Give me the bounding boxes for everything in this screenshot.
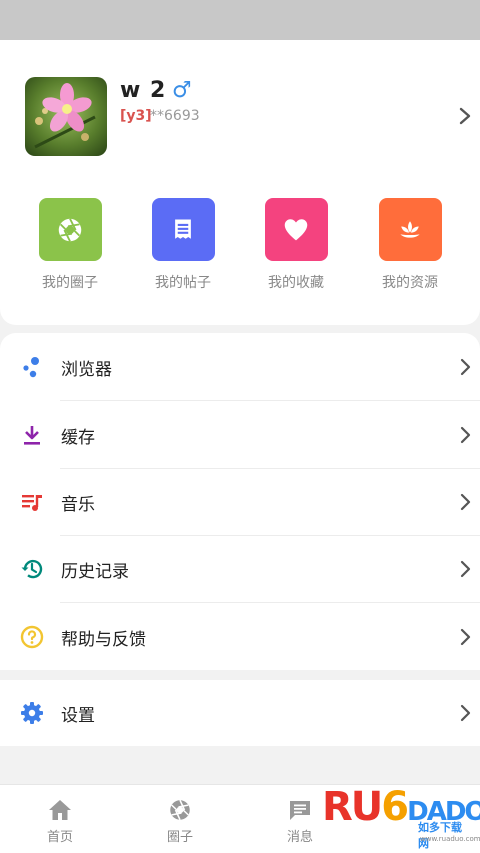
quick-action-my-resources[interactable]: 我的资源: [355, 198, 465, 298]
menu-label: 浏览器: [61, 360, 112, 380]
lotus-icon: [400, 220, 420, 238]
watermark-six: 6: [381, 784, 409, 830]
level-badge: [y3]: [120, 108, 152, 124]
aperture-icon: [58, 217, 82, 242]
tab-home[interactable]: 首页: [0, 785, 120, 853]
quick-tile: [151, 198, 215, 261]
menu-list: 浏览器 缓存 音乐 历史记录 帮助与反馈: [0, 333, 480, 670]
watermark-ru: RU: [322, 784, 383, 830]
ruaduo-watermark-logo: RU6DADO 如多下载网 www.ruaduo.com: [322, 784, 480, 851]
chevron-right-icon: [460, 358, 471, 376]
menu-item-help-feedback[interactable]: 帮助与反馈: [0, 603, 480, 671]
gear-icon: [21, 702, 43, 724]
quick-tile: [378, 198, 442, 261]
chevron-right-icon: [460, 426, 471, 444]
tab-label: 首页: [46, 830, 73, 845]
menu-item-browser[interactable]: 浏览器: [0, 333, 480, 401]
aperture-icon: [170, 799, 190, 821]
tab-label: 圈子: [166, 830, 193, 845]
chevron-right-icon: [460, 628, 471, 646]
menu-label: 音乐: [61, 495, 95, 515]
download-icon: [24, 426, 40, 445]
quick-label: 我的资源: [382, 275, 438, 291]
menu-item-cache[interactable]: 缓存: [0, 401, 480, 469]
menu-item-history[interactable]: 历史记录: [0, 535, 480, 603]
browser-dots-icon: [23, 357, 39, 378]
help-icon: [20, 625, 44, 649]
menu-item-settings[interactable]: 设置: [0, 680, 480, 746]
flower-photo: [25, 77, 107, 156]
profile-card[interactable]: w 2 ♂ [y3] **6693 我的圈子 我的帖子 我的收藏 我的资源: [0, 40, 480, 325]
home-icon: [49, 800, 71, 820]
male-gender-icon: ♂: [172, 78, 192, 103]
quick-action-my-posts[interactable]: 我的帖子: [128, 198, 238, 298]
tab-label: 消息: [286, 830, 313, 845]
menu-label: 设置: [61, 706, 95, 726]
chevron-right-icon[interactable]: [458, 106, 472, 126]
history-icon: [21, 559, 43, 579]
chevron-right-icon: [460, 493, 471, 511]
music-list-icon: [22, 495, 42, 511]
tab-circles[interactable]: 圈子: [120, 785, 240, 853]
quick-label: 我的帖子: [155, 275, 211, 291]
quick-tile: [38, 198, 102, 261]
chevron-right-icon: [460, 704, 471, 722]
quick-action-my-favorites[interactable]: 我的收藏: [241, 198, 351, 298]
user-id: **6693: [150, 108, 200, 124]
quick-label: 我的圈子: [42, 275, 98, 291]
heart-icon: [284, 218, 308, 240]
quick-tile: [264, 198, 328, 261]
menu-item-music[interactable]: 音乐: [0, 468, 480, 536]
chevron-right-icon: [460, 560, 471, 578]
status-bar: [0, 0, 480, 40]
menu-label: 历史记录: [61, 562, 129, 582]
watermark-url: www.ruaduo.com: [420, 835, 480, 843]
document-icon: [175, 219, 191, 239]
message-icon: [290, 801, 310, 820]
avatar[interactable]: [25, 77, 107, 156]
quick-action-my-circles[interactable]: 我的圈子: [15, 198, 125, 298]
menu-label: 帮助与反馈: [61, 630, 146, 650]
menu-label: 缓存: [61, 428, 95, 448]
user-name: w 2: [120, 78, 167, 103]
quick-label: 我的收藏: [268, 275, 324, 291]
